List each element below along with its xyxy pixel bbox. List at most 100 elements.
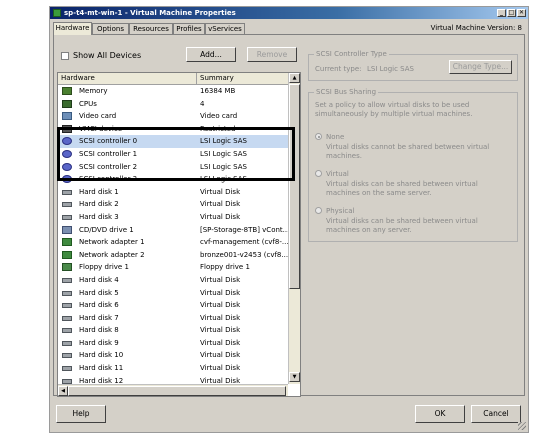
column-separator[interactable]: [196, 73, 197, 84]
table-row[interactable]: Hard disk 3 Virtual Disk: [58, 211, 288, 224]
radio-none-label[interactable]: None: [326, 133, 344, 141]
show-all-devices-label: Show All Devices: [73, 51, 142, 60]
table-row[interactable]: Hard disk 1 Virtual Disk: [58, 186, 288, 199]
row-summary: LSI Logic SAS: [200, 162, 247, 171]
row-hardware-name: Hard disk 10: [79, 351, 124, 360]
row-summary: 16384 MB: [200, 87, 236, 95]
table-row[interactable]: Hard disk 4 Virtual Disk: [58, 274, 288, 287]
hard-disk-icon: [62, 214, 72, 220]
radio-physical-label[interactable]: Physical: [326, 207, 354, 215]
table-row[interactable]: Hard disk 11 Virtual Disk: [58, 362, 288, 375]
scroll-left-button[interactable]: ◀: [58, 386, 68, 396]
scroll-down-button[interactable]: ▼: [289, 372, 300, 382]
scsi-bus-sharing-group: SCSI Bus Sharing Set a policy to allow v…: [308, 88, 518, 242]
checkbox-box[interactable]: [61, 51, 69, 60]
vertical-scroll-thumb[interactable]: [289, 84, 300, 289]
row-hardware-name: Hard disk 5: [79, 288, 119, 297]
table-row[interactable]: VMCI device Restricted: [58, 123, 288, 136]
radio-none-description: Virtual disks cannot be shared between v…: [326, 143, 490, 160]
table-row[interactable]: SCSI controller 3 LSI Logic SAS: [58, 173, 288, 186]
title-bar[interactable]: sp-t4-mt-win-1 - Virtual Machine Propert…: [50, 7, 528, 19]
row-hardware-name: Video card: [79, 112, 117, 121]
hard-disk-icon: [62, 315, 72, 321]
cpu-icon: [62, 99, 72, 108]
scsi-controller-icon: [62, 175, 72, 184]
row-hardware-name: Network adapter 2: [79, 250, 145, 259]
table-row[interactable]: Hard disk 6 Virtual Disk: [58, 299, 288, 312]
table-row[interactable]: CPUs 4: [58, 98, 288, 111]
row-summary: Virtual Disk: [200, 313, 241, 322]
column-header-summary[interactable]: Summary: [200, 73, 234, 84]
scsi-controller-icon: [62, 137, 72, 146]
row-hardware-name: VMCI device: [79, 124, 122, 133]
table-row[interactable]: SCSI controller 0 LSI Logic SAS: [58, 135, 288, 148]
hard-disk-icon: [62, 189, 72, 195]
row-hardware-name: Network adapter 1: [79, 238, 145, 247]
tab-resources[interactable]: Resources: [129, 23, 173, 34]
table-row[interactable]: Hard disk 5 Virtual Disk: [58, 287, 288, 300]
hard-disk-icon: [62, 202, 72, 208]
row-summary: Floppy drive 1: [200, 263, 250, 272]
table-row[interactable]: Network adapter 2 bronze001-v2453 (cvf8..…: [58, 249, 288, 262]
ok-button[interactable]: OK: [415, 405, 465, 423]
row-summary: Virtual Disk: [200, 275, 241, 284]
radio-virtual[interactable]: [315, 170, 322, 177]
vertical-scrollbar[interactable]: ▲ ▼: [288, 73, 300, 384]
table-row[interactable]: Hard disk 7 Virtual Disk: [58, 312, 288, 325]
hard-disk-icon: [62, 353, 72, 359]
row-hardware-name: Hard disk 8: [79, 326, 119, 335]
row-hardware-name: Hard disk 1: [79, 187, 119, 196]
row-summary: LSI Logic SAS: [200, 175, 247, 184]
scroll-up-button[interactable]: ▲: [289, 73, 300, 83]
maximize-button[interactable]: □: [507, 9, 516, 17]
row-hardware-name: Hard disk 6: [79, 301, 119, 310]
change-type-button[interactable]: Change Type...: [449, 60, 512, 74]
table-row[interactable]: Hard disk 10 Virtual Disk: [58, 349, 288, 362]
network-adapter-icon: [62, 250, 72, 259]
tab-profiles[interactable]: Profiles: [173, 23, 205, 34]
tab-vservices[interactable]: vServices: [205, 23, 245, 34]
row-summary: Virtual Disk: [200, 200, 241, 209]
table-row[interactable]: SCSI controller 2 LSI Logic SAS: [58, 161, 288, 174]
table-row[interactable]: Network adapter 1 cvf-management (cvf8-..…: [58, 236, 288, 249]
radio-virtual-label[interactable]: Virtual: [326, 170, 349, 178]
hard-disk-icon: [62, 328, 72, 334]
table-row[interactable]: Memory 16384 MB: [58, 85, 288, 98]
add-button[interactable]: Add...: [186, 47, 236, 62]
help-button[interactable]: Help: [56, 405, 106, 423]
radio-none[interactable]: [315, 133, 322, 140]
table-row[interactable]: Video card Video card: [58, 110, 288, 123]
table-row[interactable]: CD/DVD drive 1 [SP-Storage-8TB] vCont...: [58, 224, 288, 237]
tab-options[interactable]: Options: [92, 23, 129, 34]
cancel-button[interactable]: Cancel: [471, 405, 521, 423]
row-summary: Virtual Disk: [200, 212, 241, 221]
current-type-label: Current type:: [315, 65, 362, 73]
table-row[interactable]: Hard disk 9 Virtual Disk: [58, 337, 288, 350]
tab-hardware[interactable]: Hardware: [53, 22, 92, 35]
minimize-button[interactable]: _: [497, 9, 506, 17]
horizontal-scrollbar[interactable]: ◀: [58, 384, 288, 396]
remove-button[interactable]: Remove: [247, 47, 297, 62]
row-hardware-name: Floppy drive 1: [79, 263, 129, 272]
hard-disk-icon: [62, 340, 72, 346]
table-row[interactable]: SCSI controller 1 LSI Logic SAS: [58, 148, 288, 161]
hard-disk-icon: [62, 366, 72, 372]
table-row[interactable]: Floppy drive 1 Floppy drive 1: [58, 261, 288, 274]
table-row[interactable]: Hard disk 2 Virtual Disk: [58, 198, 288, 211]
resize-grip-icon[interactable]: [518, 422, 526, 430]
horizontal-scroll-thumb[interactable]: [68, 386, 286, 396]
table-row[interactable]: Hard disk 8 Virtual Disk: [58, 324, 288, 337]
column-header-hardware[interactable]: Hardware: [61, 73, 95, 84]
row-summary: Virtual Disk: [200, 364, 241, 373]
close-button[interactable]: ✕: [517, 9, 526, 17]
row-hardware-name: Hard disk 4: [79, 275, 119, 284]
memory-icon: [62, 87, 72, 95]
vm-properties-window: sp-t4-mt-win-1 - Virtual Machine Propert…: [49, 6, 529, 433]
row-hardware-name: Memory: [79, 87, 108, 95]
radio-physical[interactable]: [315, 207, 322, 214]
row-summary: LSI Logic SAS: [200, 137, 247, 146]
scsi-controller-icon: [62, 162, 72, 171]
row-summary: 4: [200, 99, 205, 108]
show-all-devices-checkbox[interactable]: Show All Devices: [61, 51, 141, 60]
row-hardware-name: CPUs: [79, 99, 97, 108]
